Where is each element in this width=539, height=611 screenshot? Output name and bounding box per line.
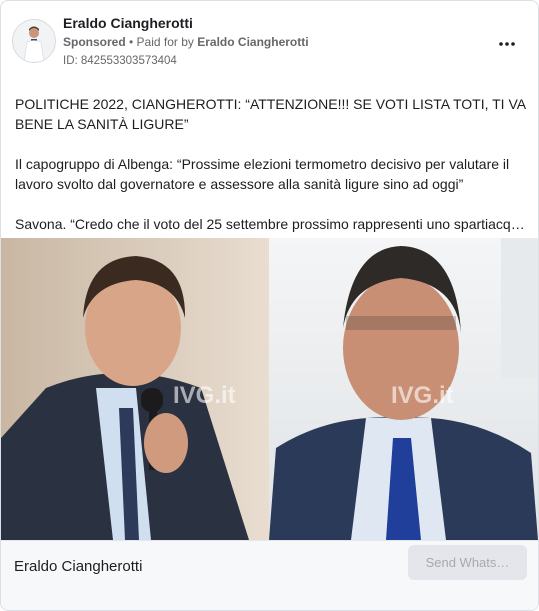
- ad-image-illustration: IVG.it IVG.it: [1, 238, 538, 540]
- separator: •: [125, 35, 137, 49]
- footer-page-name[interactable]: Eraldo Ciangherotti: [14, 558, 142, 575]
- ad-footer: Eraldo Ciangherotti Send Whats…: [1, 540, 538, 610]
- avatar[interactable]: [12, 19, 56, 63]
- watermark-left: IVG.it: [173, 382, 236, 409]
- ad-header: Eraldo Ciangherotti Sponsored • Paid for…: [1, 1, 538, 79]
- paid-for-name[interactable]: Eraldo Ciangherotti: [197, 35, 308, 49]
- sponsored-label: Sponsored: [63, 35, 126, 49]
- post-headline: POLITICHE 2022, CIANGHEROTTI: “ATTENZION…: [15, 96, 526, 132]
- sponsor-line: Sponsored • Paid for by Eraldo Cianghero…: [63, 35, 309, 49]
- avatar-image: [13, 20, 55, 62]
- post-text: POLITICHE 2022, CIANGHEROTTI: “ATTENZION…: [15, 94, 527, 234]
- more-options-button[interactable]: [492, 29, 522, 53]
- post-paragraph-truncated: Savona. “Credo che il voto del 25 settem…: [15, 216, 527, 232]
- paid-for-prefix: Paid for by: [136, 35, 198, 49]
- ad-id: ID: 842553303573404: [63, 55, 177, 67]
- ad-card: Eraldo Ciangherotti Sponsored • Paid for…: [0, 0, 539, 611]
- post-paragraph: Il capogruppo di Albenga: “Prossime elez…: [15, 156, 510, 192]
- watermark-right: IVG.it: [391, 382, 454, 409]
- more-horizontal-icon: [499, 42, 515, 46]
- send-whatsapp-button[interactable]: Send Whats…: [408, 545, 527, 580]
- page-name[interactable]: Eraldo Ciangherotti: [63, 15, 193, 31]
- ad-image[interactable]: IVG.it IVG.it: [1, 238, 538, 540]
